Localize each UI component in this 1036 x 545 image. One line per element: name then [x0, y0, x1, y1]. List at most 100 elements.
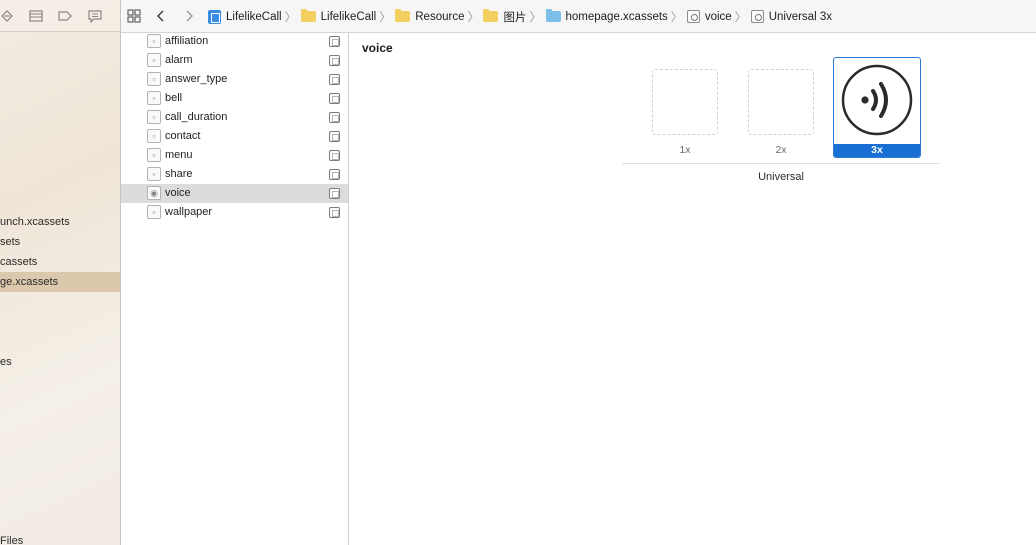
breadcrumb-asset-catalog[interactable]: homepage.xcassets 〉 [545, 8, 687, 25]
image-set-thumbnail-icon: ▫ [147, 72, 161, 86]
navigator-item[interactable]: Files [0, 531, 120, 545]
asset-checkbox[interactable] [329, 131, 340, 142]
navigator-item[interactable]: cassets [0, 252, 120, 272]
breadcrumb-folder[interactable]: 图片 〉 [483, 8, 545, 25]
asset-checkbox[interactable] [329, 93, 340, 104]
asset-name: affiliation [165, 35, 209, 47]
breadcrumb-label: voice [704, 10, 732, 23]
image-slot-1x[interactable] [652, 69, 718, 135]
report-navigator-icon[interactable] [88, 9, 102, 23]
related-items-grid-icon[interactable] [126, 8, 142, 24]
asset-row[interactable]: ▫ affiliation [121, 32, 348, 51]
breadcrumb-label: Universal 3x [768, 10, 832, 23]
breakpoint-navigator-icon[interactable] [0, 9, 14, 23]
image-set-thumbnail-icon: ◉ [147, 186, 161, 200]
asset-row[interactable]: ▫ call_duration [121, 108, 348, 127]
asset-row[interactable]: ▫ wallpaper [121, 203, 348, 222]
asset-name: wallpaper [165, 206, 213, 218]
breadcrumb-separator-icon: 〉 [467, 10, 480, 24]
device-group-label: Universal [758, 171, 804, 183]
asset-row[interactable]: ▫ alarm [121, 51, 348, 70]
image-set-thumbnail-icon: ▫ [147, 129, 161, 143]
image-set-title: voice [362, 41, 393, 55]
image-set-thumbnail-icon: ▫ [147, 53, 161, 67]
asset-name: alarm [165, 54, 193, 66]
asset-list: ▫ affiliation ▫ alarm ▫ answer_type ▫ be… [121, 33, 349, 545]
asset-name: answer_type [165, 73, 228, 85]
asset-checkbox[interactable] [329, 112, 340, 123]
asset-row[interactable]: ▫ contact [121, 127, 348, 146]
navigator-item-label: es [0, 356, 12, 368]
image-set-thumbnail-icon: ▫ [147, 110, 161, 124]
image-slot-label: 1x [679, 144, 691, 156]
asset-checkbox[interactable] [329, 150, 340, 161]
folder-icon [483, 9, 499, 22]
debug-navigator-icon[interactable] [29, 9, 43, 23]
image-set-icon [686, 10, 700, 23]
breadcrumb-separator-icon: 〉 [379, 10, 392, 24]
breadcrumb-label: 图片 [503, 11, 527, 24]
folder-icon [300, 9, 316, 22]
folder-icon [395, 9, 411, 22]
asset-row-selected[interactable]: ◉ voice [121, 184, 348, 203]
asset-name: menu [165, 149, 193, 161]
navigator-item-label: cassets [0, 256, 38, 268]
asset-catalog-icon [545, 9, 561, 22]
breadcrumb-image-slot[interactable]: Universal 3x [750, 10, 832, 23]
breadcrumb-folder[interactable]: Resource 〉 [395, 8, 483, 25]
image-set-editor: voice 1x 2x 3x Universal [350, 33, 1036, 545]
breadcrumb-separator-icon: 〉 [734, 10, 747, 24]
image-slot-label: 2x [775, 144, 787, 156]
image-slot-3x[interactable]: 3x [833, 57, 921, 158]
navigator-item-label: ge.xcassets [0, 276, 59, 288]
image-slot-label: 3x [834, 144, 920, 157]
project-navigator: unch.xcassets sets cassets ge.xcassets e… [0, 0, 121, 545]
asset-checkbox[interactable] [329, 36, 340, 47]
asset-checkbox[interactable] [329, 207, 340, 218]
asset-name: call_duration [165, 111, 228, 123]
navigator-item[interactable]: unch.xcassets [0, 212, 120, 232]
asset-name: contact [165, 130, 201, 142]
image-set-thumbnail-icon: ▫ [147, 167, 161, 181]
image-set-thumbnail-icon: ▫ [147, 148, 161, 162]
group-divider [622, 163, 940, 164]
image-set-thumbnail-icon: ▫ [147, 91, 161, 105]
asset-row[interactable]: ▫ menu [121, 146, 348, 165]
back-chevron-icon[interactable] [153, 8, 169, 24]
breadcrumb-project[interactable]: LifelikeCall 〉 [208, 8, 301, 25]
asset-checkbox[interactable] [329, 169, 340, 180]
image-set-icon [750, 10, 764, 23]
asset-row[interactable]: ▫ answer_type [121, 70, 348, 89]
breadcrumb-label: homepage.xcassets [565, 10, 668, 23]
navigator-item[interactable]: sets [0, 232, 120, 252]
forward-chevron-icon[interactable] [181, 8, 197, 24]
breadcrumb-separator-icon: 〉 [284, 10, 297, 24]
jump-bar: LifelikeCall 〉 LifelikeCall 〉 Resource 〉… [121, 0, 1036, 33]
label-navigator-icon[interactable] [58, 9, 72, 23]
navigator-item-selected[interactable]: ge.xcassets [0, 272, 120, 292]
asset-checkbox[interactable] [329, 55, 340, 66]
asset-name: share [165, 168, 193, 180]
breadcrumb-folder[interactable]: LifelikeCall 〉 [300, 8, 396, 25]
asset-checkbox[interactable] [329, 188, 340, 199]
breadcrumb: LifelikeCall 〉 LifelikeCall 〉 Resource 〉… [208, 0, 832, 33]
breadcrumb-label: LifelikeCall [226, 10, 282, 23]
image-slot-2x[interactable] [748, 69, 814, 135]
breadcrumb-label: Resource [415, 10, 465, 23]
breadcrumb-image-set[interactable]: voice 〉 [686, 8, 751, 25]
navigator-item-label: sets [0, 236, 21, 248]
breadcrumb-separator-icon: 〉 [670, 10, 683, 24]
navigator-toolbar [0, 0, 120, 32]
asset-row[interactable]: ▫ bell [121, 89, 348, 108]
image-set-thumbnail-icon: ▫ [147, 205, 161, 219]
navigator-item-label: unch.xcassets [0, 216, 70, 228]
breadcrumb-separator-icon: 〉 [529, 10, 542, 24]
project-icon [208, 9, 221, 24]
asset-checkbox[interactable] [329, 74, 340, 85]
navigator-item[interactable]: es [0, 352, 120, 372]
image-set-thumbnail-icon: ▫ [147, 34, 161, 48]
asset-name: voice [165, 187, 191, 199]
asset-row[interactable]: ▫ share [121, 165, 348, 184]
voice-waves-icon [841, 64, 913, 136]
navigator-item-label: Files [0, 535, 24, 545]
